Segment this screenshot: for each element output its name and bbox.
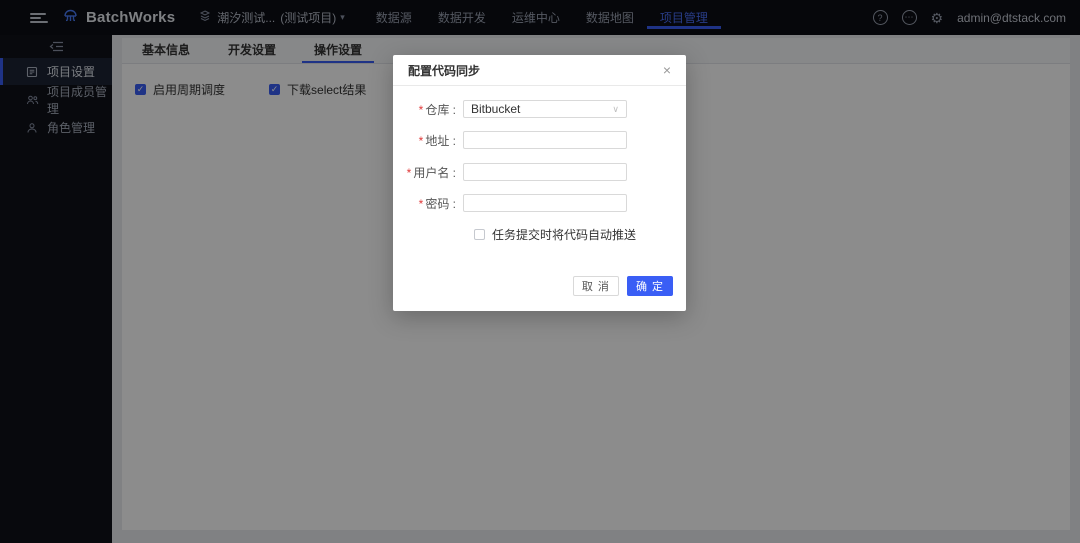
close-icon[interactable]: × [663, 63, 671, 77]
modal-footer: 取 消 确 定 [393, 271, 686, 311]
required-mark: * [418, 133, 424, 148]
chevron-down-icon: ∨ [612, 103, 619, 114]
form-row-username: * 用户名 : [393, 163, 686, 181]
repo-label: * 仓库 : [418, 102, 456, 117]
checkbox-unchecked-icon[interactable] [474, 229, 485, 240]
code-sync-modal: 配置代码同步 × * 仓库 : Bitbucket ∨ * 地址 : * 用户名 : … [393, 55, 686, 311]
required-mark: * [418, 102, 424, 117]
address-label: * 地址 : [418, 133, 456, 148]
form-row-repo: * 仓库 : Bitbucket ∨ [393, 100, 686, 118]
modal-title: 配置代码同步 [408, 63, 481, 78]
username-input[interactable] [463, 163, 627, 181]
modal-header: 配置代码同步 × [393, 55, 686, 86]
password-label: * 密码 : [418, 196, 456, 211]
form-row-address: * 地址 : [393, 131, 686, 149]
confirm-button[interactable]: 确 定 [626, 276, 673, 296]
address-input[interactable] [463, 131, 627, 149]
form-row-password: * 密码 : [393, 194, 686, 212]
repo-select-value: Bitbucket [471, 102, 521, 116]
modal-body: * 仓库 : Bitbucket ∨ * 地址 : * 用户名 : * 密码 : 任 [393, 86, 686, 271]
required-mark: * [406, 165, 412, 180]
required-mark: * [418, 196, 424, 211]
auto-push-label: 任务提交时将代码自动推送 [492, 228, 637, 242]
cancel-button[interactable]: 取 消 [572, 276, 619, 296]
auto-push-checkbox-row[interactable]: 任务提交时将代码自动推送 [474, 226, 636, 243]
password-input[interactable] [463, 194, 627, 212]
repo-select[interactable]: Bitbucket ∨ [463, 100, 627, 118]
app-screen: BatchWorks 潮汐测试... (测试项目) ▾ 数据源 数据开发 运维中… [0, 0, 1080, 543]
username-label: * 用户名 : [406, 165, 456, 180]
